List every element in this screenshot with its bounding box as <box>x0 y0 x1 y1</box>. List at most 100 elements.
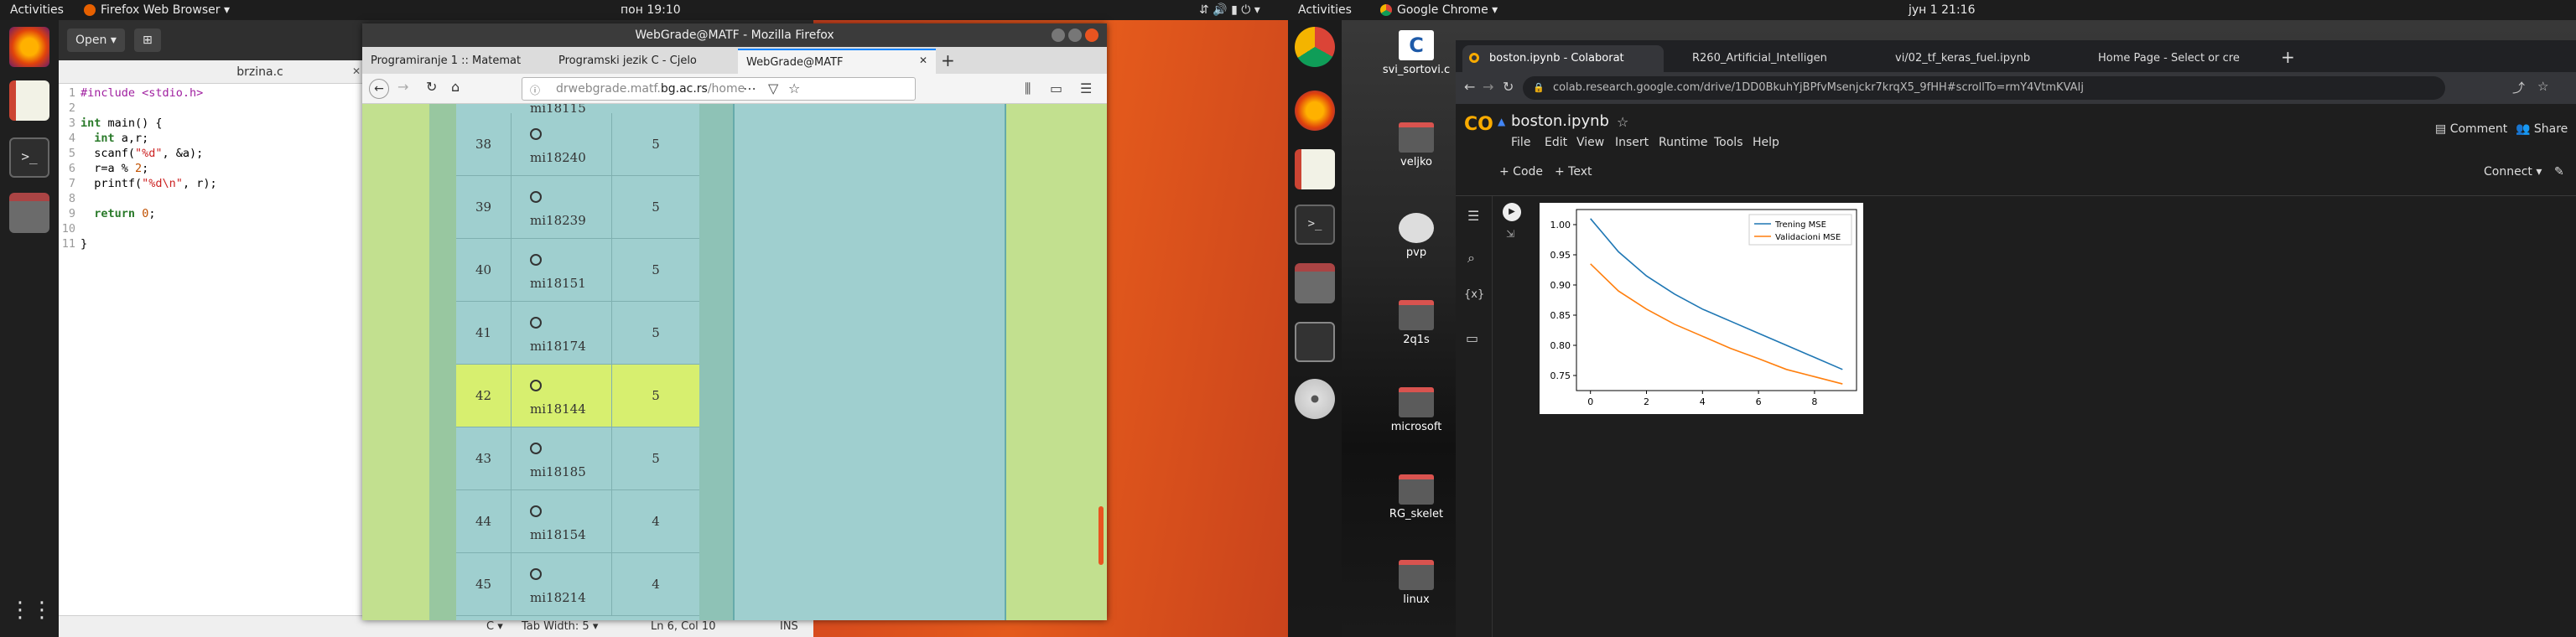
menu-icon[interactable]: ☰ <box>1080 80 1092 96</box>
share-label: Share <box>2533 122 2568 136</box>
text-editor-icon[interactable] <box>1295 149 1335 189</box>
student-id[interactable]: mi18185 <box>530 464 586 479</box>
back-icon[interactable]: ← <box>1464 79 1475 95</box>
system-tray-icons[interactable]: ⇵ 🔊 ▮ ⏻ ▾ <box>1199 0 1260 20</box>
menu-file[interactable]: File <box>1511 136 1530 149</box>
reload-icon[interactable]: ↻ <box>426 79 437 95</box>
desktop-icon[interactable]: Csvi_sortovi.c <box>1379 30 1454 76</box>
back-icon[interactable]: ← <box>369 79 389 99</box>
desktop-icon[interactable]: 2q1s <box>1379 300 1454 346</box>
url-bar[interactable]: colab.research.google.com/drive/1DD0Bkuh… <box>1523 76 2445 100</box>
share-button[interactable]: 👥 Share <box>2516 122 2568 136</box>
menu-edit[interactable]: Edit <box>1545 136 1567 149</box>
file-tab[interactable]: brzina.c <box>159 60 361 84</box>
firefox-icon[interactable] <box>9 27 49 67</box>
forward-icon[interactable]: → <box>1483 79 1493 95</box>
output-icon[interactable]: ⇲ <box>1506 228 1514 240</box>
new-tab-icon[interactable]: + <box>2281 47 2295 67</box>
new-tab-icon[interactable]: ⊞ <box>134 28 161 52</box>
bookmark-star-icon[interactable]: ☆ <box>788 80 800 96</box>
run-cell-icon[interactable]: ▶ <box>1503 203 1521 221</box>
close-tab-icon[interactable]: ✕ <box>352 65 361 77</box>
student-id[interactable]: mi18240 <box>530 150 586 165</box>
app-menu[interactable]: Firefox Web Browser ▾ <box>101 0 230 20</box>
close-icon[interactable] <box>1085 28 1098 42</box>
close-tab-icon[interactable]: ✕ <box>919 54 927 66</box>
page-actions-icon[interactable]: ⋯ <box>743 80 756 96</box>
sidebar-icon[interactable]: ▭ <box>1050 80 1062 96</box>
line-number: 7 <box>68 177 75 190</box>
add-text-button[interactable]: + Text <box>1555 165 1592 179</box>
files-icon[interactable] <box>1295 263 1335 303</box>
forward-icon[interactable]: → <box>397 79 408 95</box>
tab-r260[interactable]: R260_Artificial_Intelligen <box>1665 45 1867 72</box>
share-page-icon[interactable]: ⤴ <box>2512 79 2525 96</box>
info-icon[interactable]: ⓘ <box>530 83 540 97</box>
tab-programiranje[interactable]: Programiranje 1 :: Matemat <box>362 49 548 74</box>
edit-icon[interactable]: ✎ <box>2554 165 2564 179</box>
text-editor-icon[interactable] <box>9 80 49 121</box>
student-id[interactable]: mi18151 <box>530 276 586 291</box>
library-icon[interactable]: ⫼ <box>1025 80 1031 97</box>
desktop-icon[interactable]: pvp <box>1379 213 1454 259</box>
connect-button[interactable]: Connect ▾ <box>2484 165 2542 179</box>
menu-view[interactable]: View <box>1576 136 1604 149</box>
desktop-icon[interactable]: RG_skelet <box>1379 474 1454 520</box>
toc-icon[interactable]: ☰ <box>1467 208 1479 224</box>
menu-tools[interactable]: Tools <box>1714 136 1743 149</box>
maximize-icon[interactable] <box>1068 28 1082 42</box>
activities-button[interactable]: Activities <box>1298 0 1352 20</box>
student-id[interactable]: mi18144 <box>530 401 586 417</box>
minimize-icon[interactable] <box>1052 28 1065 42</box>
system-monitor-icon[interactable] <box>1295 322 1335 362</box>
user-icon <box>530 505 542 517</box>
menu-runtime[interactable]: Runtime <box>1659 136 1707 149</box>
tab-programski-jezik[interactable]: Programski jezik C - Cjelo <box>550 49 736 74</box>
clock[interactable]: пон 19:10 <box>621 0 681 20</box>
student-id[interactable]: mi18174 <box>530 339 586 354</box>
desktop-icon[interactable]: microsoft <box>1379 387 1454 433</box>
tab-vi-keras[interactable]: vi/02_tf_keras_fuel.ipynb <box>1868 45 2070 72</box>
pocket-icon[interactable]: ▽ <box>768 80 778 96</box>
firefox-icon[interactable] <box>1295 91 1335 131</box>
clock[interactable]: јун 1 21:16 <box>1909 0 1975 20</box>
files-icon[interactable] <box>9 193 49 233</box>
student-cell: mi18240 <box>512 113 612 176</box>
colab-menu: File Edit View Insert Runtime Tools Help <box>1456 104 1959 154</box>
window-controls[interactable] <box>1052 28 1102 42</box>
tab-home-page[interactable]: Home Page - Select or cre <box>2071 45 2272 72</box>
chrome-icon[interactable] <box>1295 27 1335 67</box>
activities-button[interactable]: Activities <box>10 0 64 20</box>
terminal-icon[interactable]: >_ <box>9 137 49 178</box>
app-menu[interactable]: Google Chrome ▾ <box>1397 0 1498 20</box>
bookmark-star-icon[interactable]: ☆ <box>2537 79 2548 94</box>
desktop-icon[interactable]: veljko <box>1379 122 1454 168</box>
scrollbar-thumb[interactable] <box>1098 506 1104 565</box>
terminal-icon[interactable]: >_ <box>1295 205 1335 245</box>
url-path: /home <box>707 82 745 96</box>
url-host: bg.ac.rs <box>660 82 708 96</box>
student-cell: mi18174 <box>512 302 612 365</box>
menu-insert[interactable]: Insert <box>1615 136 1649 149</box>
tab-webgrade[interactable]: WebGrade@MATF <box>738 49 936 74</box>
tab-boston[interactable]: boston.ipynb - Colaborat <box>1462 45 1664 72</box>
comment-button[interactable]: ▤ Comment <box>2435 122 2507 136</box>
folder-icon[interactable]: ▭ <box>1466 330 1478 346</box>
student-id[interactable]: mi18154 <box>530 527 586 542</box>
open-button[interactable]: Open ▾ <box>67 28 125 52</box>
menu-help[interactable]: Help <box>1753 136 1779 149</box>
home-icon[interactable]: ⌂ <box>451 79 460 95</box>
new-tab-icon[interactable]: + <box>941 50 955 70</box>
line-number: 11 <box>61 237 75 251</box>
student-id[interactable]: mi18214 <box>530 590 586 605</box>
add-code-button[interactable]: + Code <box>1499 165 1543 179</box>
desktop-icon[interactable]: linux <box>1379 560 1454 606</box>
variables-icon[interactable]: {x} <box>1464 288 1484 301</box>
disc-icon[interactable] <box>1295 379 1335 419</box>
student-id[interactable]: mi18239 <box>530 213 586 228</box>
url-bar[interactable]: drwebgrade.matf.bg.ac.rs/home <box>522 77 916 101</box>
reload-icon[interactable]: ↻ <box>1503 79 1514 95</box>
search-icon[interactable]: ⌕ <box>1467 250 1475 267</box>
apps-grid-icon[interactable]: ⋮⋮⋮ <box>9 590 75 630</box>
points-cell: 5 <box>652 137 660 152</box>
